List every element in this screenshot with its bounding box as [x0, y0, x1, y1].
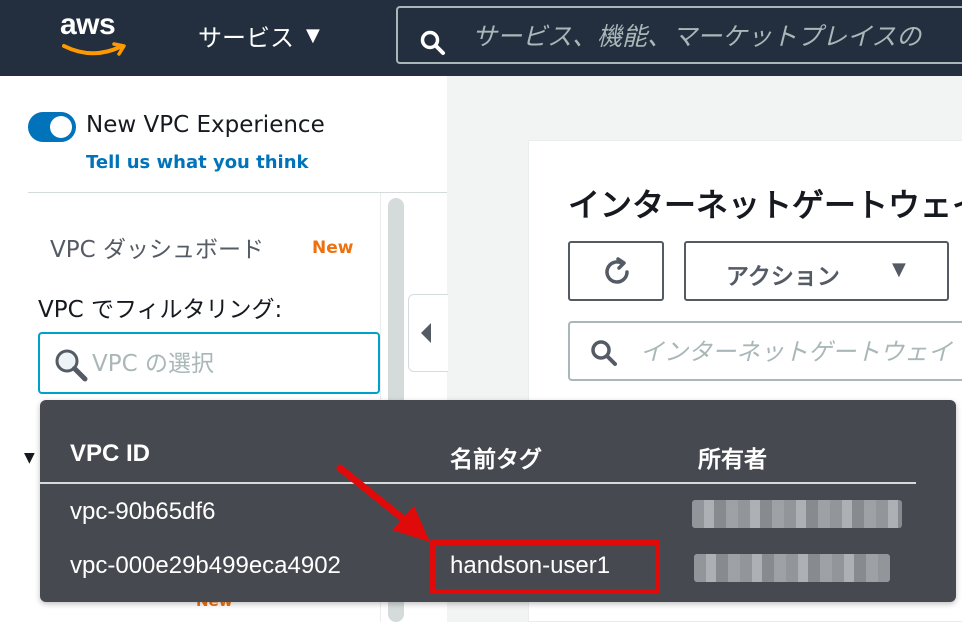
- aws-logo-text: aws: [60, 8, 116, 41]
- refresh-icon: [605, 257, 629, 284]
- internet-gateway-search-box[interactable]: [568, 321, 962, 381]
- vpc-id-cell: vpc-90b65df6: [70, 498, 216, 525]
- annotation-arrow-icon: [336, 464, 430, 542]
- caret-down-icon: ▼: [892, 259, 906, 280]
- vpc-option-row[interactable]: vpc-90b65df6: [40, 492, 956, 536]
- toggle-label: New VPC Experience: [86, 112, 325, 138]
- aws-logo[interactable]: aws: [60, 8, 132, 58]
- internet-gateway-search-input[interactable]: [640, 335, 960, 369]
- new-badge: New: [312, 238, 354, 258]
- search-icon: [420, 30, 445, 55]
- caret-down-icon: ▼: [306, 25, 320, 46]
- expand-triangle-icon[interactable]: ▼: [24, 450, 35, 466]
- actions-dropdown-button[interactable]: アクション ▼: [684, 241, 949, 301]
- vpc-filter-input[interactable]: [92, 348, 372, 380]
- sidebar-item-vpc-dashboard[interactable]: VPC ダッシュボード: [50, 230, 264, 264]
- vpc-id-cell: vpc-000e29b499eca4902: [70, 552, 341, 579]
- chevron-left-icon: [421, 323, 431, 343]
- header-divider: [40, 482, 916, 484]
- refresh-button[interactable]: [568, 241, 664, 301]
- page-title: インターネットゲートウェイ: [568, 186, 962, 224]
- new-vpc-experience-toggle[interactable]: [28, 112, 76, 142]
- global-search-input[interactable]: [472, 18, 962, 54]
- column-header-vpc-id: VPC ID: [70, 440, 151, 467]
- global-search-box[interactable]: [396, 6, 962, 64]
- column-header-owner: 所有者: [698, 447, 767, 473]
- vpc-filter-select[interactable]: [38, 332, 380, 394]
- search-icon: [591, 340, 617, 366]
- top-navigation-bar: aws サービス ▼: [0, 0, 962, 76]
- owner-cell-redacted: [692, 500, 902, 528]
- column-header-name-tag: 名前タグ: [450, 447, 542, 473]
- vpc-filter-label: VPC でフィルタリング:: [38, 297, 283, 323]
- actions-label: アクション: [726, 264, 840, 290]
- sidebar-collapse-button[interactable]: [408, 294, 448, 372]
- search-icon: [55, 349, 88, 382]
- services-label: サービス: [198, 24, 294, 52]
- owner-cell-redacted: [694, 554, 890, 582]
- aws-smile-icon: [62, 42, 126, 56]
- toggle-knob: [50, 116, 72, 138]
- annotation-highlight-box: [430, 540, 660, 594]
- feedback-link[interactable]: Tell us what you think: [86, 152, 309, 173]
- services-menu[interactable]: サービス ▼: [198, 18, 320, 53]
